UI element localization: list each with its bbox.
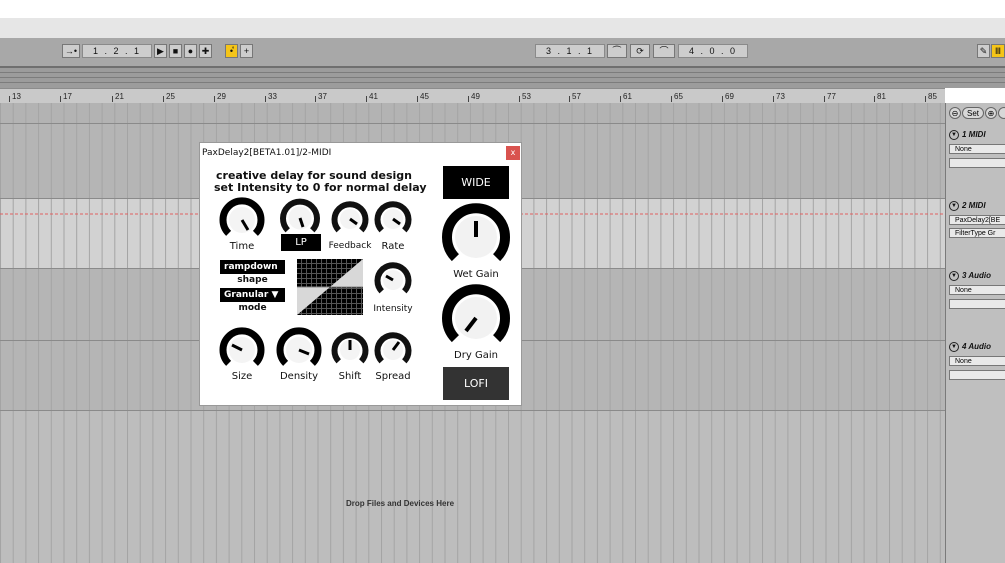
locator-extra-icon[interactable]: [998, 107, 1005, 119]
plugin-title: PaxDelay2[BETA1.01]/2-MIDI: [202, 148, 332, 158]
title-band: [0, 18, 1005, 38]
ruler-tick: 61: [620, 92, 632, 102]
ruler-tick: 65: [671, 92, 683, 102]
density-label: Density: [279, 371, 319, 382]
time-knob[interactable]: [218, 196, 266, 244]
ruler-tick: 29: [214, 92, 226, 102]
ruler-tick: 57: [569, 92, 581, 102]
track-1-header[interactable]: ▼ 1 MIDI: [949, 130, 986, 140]
track-name: 4 Audio: [962, 342, 992, 352]
track-2-param-chooser[interactable]: FilterType Gr: [949, 228, 1005, 238]
overview-divider: [0, 72, 1005, 73]
track-2-device-chooser[interactable]: PaxDelay2[BE: [949, 215, 1005, 225]
track-4-device-chooser[interactable]: None: [949, 356, 1005, 366]
beat-time-ruler[interactable]: 13 17 21 25 29 33 37 41 45 49 53 57 61 6…: [0, 88, 945, 104]
track-name: 2 MIDI: [962, 201, 986, 211]
shape-dropdown[interactable]: rampdown ▼: [220, 260, 285, 286]
punch-in-icon[interactable]: ⏜: [607, 44, 627, 58]
ruler-tick: 69: [722, 92, 734, 102]
ruler-tick: 37: [315, 92, 327, 102]
scroll-left-icon[interactable]: ⊖: [949, 107, 961, 119]
ruler-tick: 21: [112, 92, 124, 102]
rate-knob[interactable]: [373, 199, 413, 239]
track-header-panel: ⊖ Set ⊕ ▼ 1 MIDI None ▼ 2 MIDI PaxDelay2[B…: [945, 103, 1005, 563]
record-icon[interactable]: ●: [184, 44, 197, 58]
intensity-knob[interactable]: [373, 260, 413, 300]
intensity-label: Intensity: [373, 304, 413, 314]
shape-display[interactable]: [297, 259, 363, 315]
ruler-tick: 17: [60, 92, 72, 102]
wet-gain-label: Wet Gain: [453, 269, 499, 280]
follow-button[interactable]: →•: [62, 44, 80, 58]
spread-label: Spread: [375, 371, 411, 382]
dry-gain-label: Dry Gain: [454, 350, 498, 361]
ruler-tick: 77: [824, 92, 836, 102]
shift-knob[interactable]: [330, 330, 370, 370]
track-3-param-chooser[interactable]: [949, 299, 1005, 309]
track-2-header[interactable]: ▼ 2 MIDI: [949, 201, 986, 211]
ruler-tick: 41: [366, 92, 378, 102]
size-label: Size: [231, 371, 253, 382]
mode-label: mode: [238, 303, 267, 313]
ruler-tick: 45: [417, 92, 429, 102]
wide-button[interactable]: WIDE: [443, 166, 509, 199]
automation-arm-icon[interactable]: •̊: [225, 44, 238, 58]
draw-mode-icon[interactable]: ✎: [977, 44, 990, 58]
heading-line-2: set Intensity to 0 for normal delay: [214, 181, 427, 194]
play-icon[interactable]: ▶: [154, 44, 167, 58]
track-3-device-chooser[interactable]: None: [949, 285, 1005, 295]
track-name: 3 Audio: [962, 271, 992, 281]
track-1-param-chooser[interactable]: [949, 158, 1005, 168]
shape-label: shape: [237, 275, 268, 285]
track-1-device-chooser[interactable]: None: [949, 144, 1005, 154]
density-knob[interactable]: [275, 326, 323, 374]
overview-divider: [0, 77, 1005, 78]
rate-label: Rate: [381, 241, 405, 252]
scroll-right-icon[interactable]: ⊕: [985, 107, 997, 119]
track-4-header[interactable]: ▼ 4 Audio: [949, 342, 991, 352]
fold-icon[interactable]: ▼: [949, 271, 959, 281]
ruler-tick: 85: [925, 92, 937, 102]
mode-dropdown[interactable]: Granular ▼: [220, 288, 285, 302]
lp-filter-button[interactable]: LP: [281, 234, 321, 251]
ruler-tick: 81: [874, 92, 886, 102]
loop-length-field[interactable]: 4 . 0 . 0: [678, 44, 748, 58]
feedback-knob[interactable]: [330, 199, 370, 239]
fold-icon[interactable]: ▼: [949, 201, 959, 211]
track-3-header[interactable]: ▼ 3 Audio: [949, 271, 991, 281]
ruler-tick: 25: [163, 92, 175, 102]
ruler-tick: 33: [265, 92, 277, 102]
overdub-icon[interactable]: ✚: [199, 44, 212, 58]
loop-switch-icon[interactable]: ⟳: [630, 44, 650, 58]
time-label: Time: [229, 241, 255, 252]
set-locator-button[interactable]: Set: [962, 107, 984, 119]
lofi-button[interactable]: LOFI: [443, 367, 509, 400]
close-icon[interactable]: x: [506, 146, 520, 160]
song-position-field[interactable]: 1 . 2 . 1: [82, 44, 152, 58]
computer-keyboard-icon[interactable]: Ⅲ: [991, 44, 1005, 58]
size-knob[interactable]: [218, 326, 266, 374]
ruler-tick: 73: [773, 92, 785, 102]
spread-knob[interactable]: [373, 330, 413, 370]
dry-gain-knob[interactable]: [442, 284, 510, 352]
ruler-tick: 53: [519, 92, 531, 102]
stop-icon[interactable]: ■: [169, 44, 182, 58]
overview-divider: [0, 82, 1005, 83]
fold-icon[interactable]: ▼: [949, 342, 959, 352]
ruler-tick: 13: [9, 92, 21, 102]
back-to-arrangement-icon[interactable]: +: [240, 44, 253, 58]
window-top: [0, 0, 1005, 18]
loop-start-field[interactable]: 3 . 1 . 1: [535, 44, 605, 58]
drop-zone-text: Drop Files and Devices Here: [345, 499, 455, 508]
feedback-label: Feedback: [328, 241, 372, 251]
track-4-param-chooser[interactable]: [949, 370, 1005, 380]
plugin-window: PaxDelay2[BETA1.01]/2-MIDI x creative de…: [199, 142, 522, 406]
shift-label: Shift: [338, 371, 362, 382]
ruler-tick: 49: [468, 92, 480, 102]
fold-icon[interactable]: ▼: [949, 130, 959, 140]
track-name: 1 MIDI: [962, 130, 986, 140]
punch-out-icon[interactable]: ⌒: [653, 44, 675, 58]
wet-gain-knob[interactable]: [442, 203, 510, 271]
